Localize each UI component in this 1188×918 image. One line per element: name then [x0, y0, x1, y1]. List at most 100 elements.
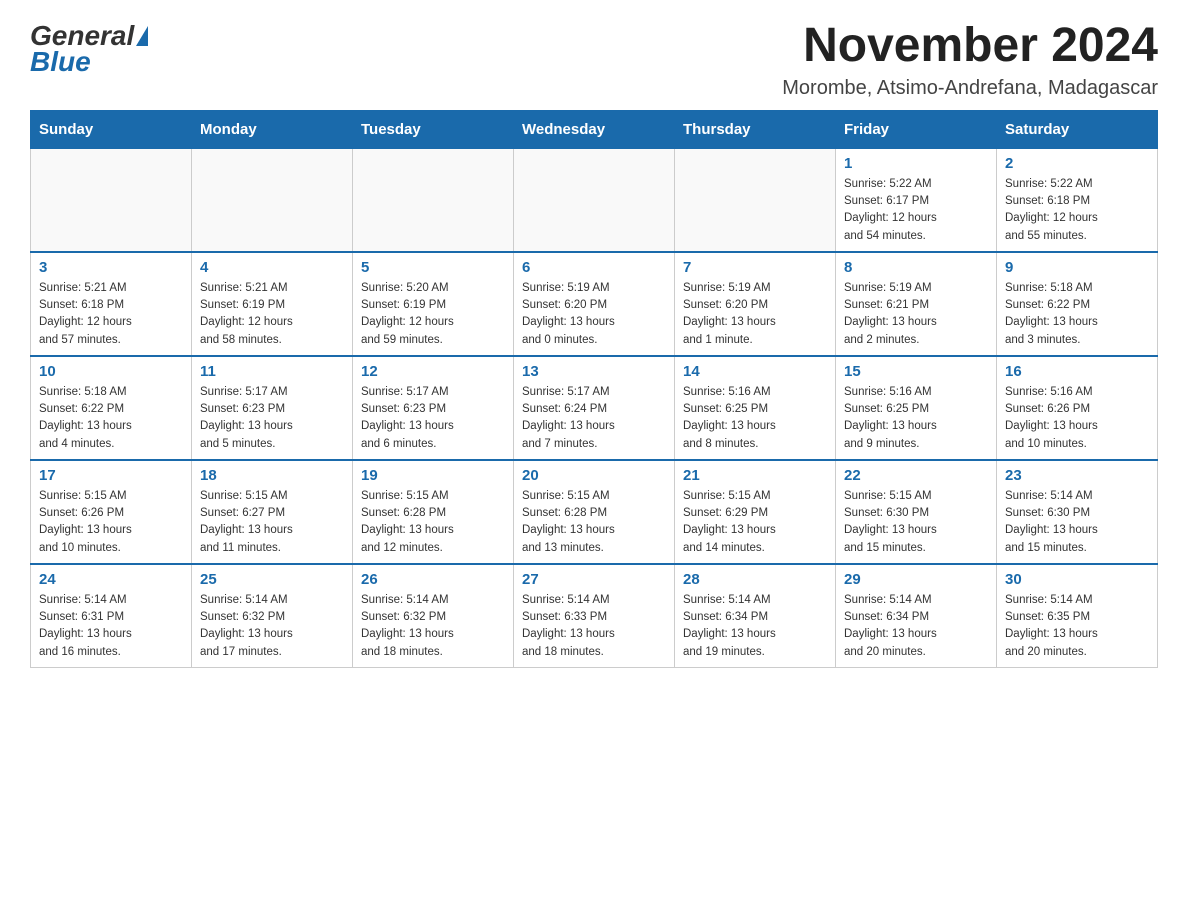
page-header: General Blue November 2024 Morombe, Atsi…: [30, 20, 1158, 100]
day-number: 26: [361, 571, 505, 588]
calendar-cell: 15 Sunrise: 5:16 AM Sunset: 6:25 PM Dayli…: [836, 356, 997, 460]
day-info: Sunrise: 5:14 AM Sunset: 6:30 PM Dayligh…: [1005, 488, 1149, 557]
day-number: 9: [1005, 259, 1149, 276]
day-info: Sunrise: 5:14 AM Sunset: 6:33 PM Dayligh…: [522, 592, 666, 661]
logo-area: General Blue: [30, 20, 149, 78]
location-title: Morombe, Atsimo-Andrefana, Madagascar: [782, 77, 1158, 100]
day-number: 30: [1005, 571, 1149, 588]
calendar-cell: 10 Sunrise: 5:18 AM Sunset: 6:22 PM Dayli…: [31, 356, 192, 460]
calendar-cell: 27 Sunrise: 5:14 AM Sunset: 6:33 PM Dayli…: [514, 564, 675, 668]
calendar-cell: 25 Sunrise: 5:14 AM Sunset: 6:32 PM Dayli…: [192, 564, 353, 668]
day-number: 16: [1005, 363, 1149, 380]
calendar-cell: 22Sunrise: 5:15 AM Sunset: 6:30 PM Dayli…: [836, 460, 997, 564]
column-header-monday: Monday: [192, 110, 353, 148]
calendar-cell: 7 Sunrise: 5:19 AM Sunset: 6:20 PM Daylig…: [675, 252, 836, 356]
calendar-cell: 30 Sunrise: 5:14 AM Sunset: 6:35 PM Dayli…: [997, 564, 1158, 668]
calendar-cell: 16Sunrise: 5:16 AM Sunset: 6:26 PM Dayli…: [997, 356, 1158, 460]
day-number: 1: [844, 155, 988, 172]
day-info: Sunrise: 5:19 AM Sunset: 6:20 PM Dayligh…: [683, 280, 827, 349]
column-header-wednesday: Wednesday: [514, 110, 675, 148]
day-number: 4: [200, 259, 344, 276]
day-number: 17: [39, 467, 183, 484]
column-header-friday: Friday: [836, 110, 997, 148]
calendar-cell: 5Sunrise: 5:20 AM Sunset: 6:19 PM Daylig…: [353, 252, 514, 356]
calendar-cell: 19 Sunrise: 5:15 AM Sunset: 6:28 PM Dayli…: [353, 460, 514, 564]
calendar-cell: 20Sunrise: 5:15 AM Sunset: 6:28 PM Dayli…: [514, 460, 675, 564]
day-number: 29: [844, 571, 988, 588]
calendar-cell: 21 Sunrise: 5:15 AM Sunset: 6:29 PM Dayli…: [675, 460, 836, 564]
calendar-cell: 13 Sunrise: 5:17 AM Sunset: 6:24 PM Dayli…: [514, 356, 675, 460]
day-number: 5: [361, 259, 505, 276]
day-info: Sunrise: 5:17 AM Sunset: 6:24 PM Dayligh…: [522, 384, 666, 453]
day-info: Sunrise: 5:16 AM Sunset: 6:25 PM Dayligh…: [844, 384, 988, 453]
calendar-cell: 23 Sunrise: 5:14 AM Sunset: 6:30 PM Dayli…: [997, 460, 1158, 564]
day-info: Sunrise: 5:19 AM Sunset: 6:21 PM Dayligh…: [844, 280, 988, 349]
day-info: Sunrise: 5:15 AM Sunset: 6:29 PM Dayligh…: [683, 488, 827, 557]
calendar-cell: 14Sunrise: 5:16 AM Sunset: 6:25 PM Dayli…: [675, 356, 836, 460]
day-info: Sunrise: 5:21 AM Sunset: 6:19 PM Dayligh…: [200, 280, 344, 349]
day-info: Sunrise: 5:15 AM Sunset: 6:26 PM Dayligh…: [39, 488, 183, 557]
day-info: Sunrise: 5:17 AM Sunset: 6:23 PM Dayligh…: [200, 384, 344, 453]
calendar-cell: [514, 148, 675, 252]
day-info: Sunrise: 5:17 AM Sunset: 6:23 PM Dayligh…: [361, 384, 505, 453]
calendar-cell: [31, 148, 192, 252]
calendar-week-row: 3Sunrise: 5:21 AM Sunset: 6:18 PM Daylig…: [31, 252, 1158, 356]
calendar-cell: 8 Sunrise: 5:19 AM Sunset: 6:21 PM Daylig…: [836, 252, 997, 356]
day-number: 2: [1005, 155, 1149, 172]
day-info: Sunrise: 5:19 AM Sunset: 6:20 PM Dayligh…: [522, 280, 666, 349]
calendar-week-row: 24Sunrise: 5:14 AM Sunset: 6:31 PM Dayli…: [31, 564, 1158, 668]
calendar-cell: 28Sunrise: 5:14 AM Sunset: 6:34 PM Dayli…: [675, 564, 836, 668]
calendar-cell: 18 Sunrise: 5:15 AM Sunset: 6:27 PM Dayli…: [192, 460, 353, 564]
day-number: 13: [522, 363, 666, 380]
title-area: November 2024 Morombe, Atsimo-Andrefana,…: [782, 20, 1158, 100]
calendar-cell: 1Sunrise: 5:22 AM Sunset: 6:17 PM Daylig…: [836, 148, 997, 252]
day-info: Sunrise: 5:15 AM Sunset: 6:30 PM Dayligh…: [844, 488, 988, 557]
calendar-table: SundayMondayTuesdayWednesdayThursdayFrid…: [30, 110, 1158, 668]
day-info: Sunrise: 5:14 AM Sunset: 6:32 PM Dayligh…: [200, 592, 344, 661]
calendar-cell: [675, 148, 836, 252]
day-number: 7: [683, 259, 827, 276]
day-info: Sunrise: 5:18 AM Sunset: 6:22 PM Dayligh…: [39, 384, 183, 453]
calendar-cell: 26Sunrise: 5:14 AM Sunset: 6:32 PM Dayli…: [353, 564, 514, 668]
day-number: 15: [844, 363, 988, 380]
day-info: Sunrise: 5:18 AM Sunset: 6:22 PM Dayligh…: [1005, 280, 1149, 349]
calendar-cell: 4 Sunrise: 5:21 AM Sunset: 6:19 PM Daylig…: [192, 252, 353, 356]
day-number: 23: [1005, 467, 1149, 484]
column-header-sunday: Sunday: [31, 110, 192, 148]
day-number: 10: [39, 363, 183, 380]
calendar-header-row: SundayMondayTuesdayWednesdayThursdayFrid…: [31, 110, 1158, 148]
day-number: 18: [200, 467, 344, 484]
calendar-cell: [353, 148, 514, 252]
day-number: 24: [39, 571, 183, 588]
column-header-tuesday: Tuesday: [353, 110, 514, 148]
day-number: 3: [39, 259, 183, 276]
day-info: Sunrise: 5:15 AM Sunset: 6:28 PM Dayligh…: [522, 488, 666, 557]
day-number: 6: [522, 259, 666, 276]
calendar-cell: 3Sunrise: 5:21 AM Sunset: 6:18 PM Daylig…: [31, 252, 192, 356]
day-info: Sunrise: 5:22 AM Sunset: 6:18 PM Dayligh…: [1005, 176, 1149, 245]
calendar-cell: 29 Sunrise: 5:14 AM Sunset: 6:34 PM Dayli…: [836, 564, 997, 668]
calendar-cell: 12Sunrise: 5:17 AM Sunset: 6:23 PM Dayli…: [353, 356, 514, 460]
day-info: Sunrise: 5:16 AM Sunset: 6:25 PM Dayligh…: [683, 384, 827, 453]
calendar-week-row: 17 Sunrise: 5:15 AM Sunset: 6:26 PM Dayli…: [31, 460, 1158, 564]
day-number: 11: [200, 363, 344, 380]
day-info: Sunrise: 5:14 AM Sunset: 6:35 PM Dayligh…: [1005, 592, 1149, 661]
day-number: 19: [361, 467, 505, 484]
day-number: 21: [683, 467, 827, 484]
calendar-cell: 9 Sunrise: 5:18 AM Sunset: 6:22 PM Daylig…: [997, 252, 1158, 356]
day-number: 27: [522, 571, 666, 588]
day-info: Sunrise: 5:15 AM Sunset: 6:27 PM Dayligh…: [200, 488, 344, 557]
calendar-cell: 11 Sunrise: 5:17 AM Sunset: 6:23 PM Dayli…: [192, 356, 353, 460]
day-number: 8: [844, 259, 988, 276]
day-info: Sunrise: 5:14 AM Sunset: 6:34 PM Dayligh…: [844, 592, 988, 661]
day-number: 25: [200, 571, 344, 588]
calendar-cell: 17 Sunrise: 5:15 AM Sunset: 6:26 PM Dayli…: [31, 460, 192, 564]
day-number: 28: [683, 571, 827, 588]
calendar-cell: 6 Sunrise: 5:19 AM Sunset: 6:20 PM Daylig…: [514, 252, 675, 356]
day-info: Sunrise: 5:15 AM Sunset: 6:28 PM Dayligh…: [361, 488, 505, 557]
calendar-cell: [192, 148, 353, 252]
calendar-cell: 24Sunrise: 5:14 AM Sunset: 6:31 PM Dayli…: [31, 564, 192, 668]
logo-triangle-icon: [136, 26, 148, 46]
calendar-cell: 2 Sunrise: 5:22 AM Sunset: 6:18 PM Daylig…: [997, 148, 1158, 252]
column-header-thursday: Thursday: [675, 110, 836, 148]
